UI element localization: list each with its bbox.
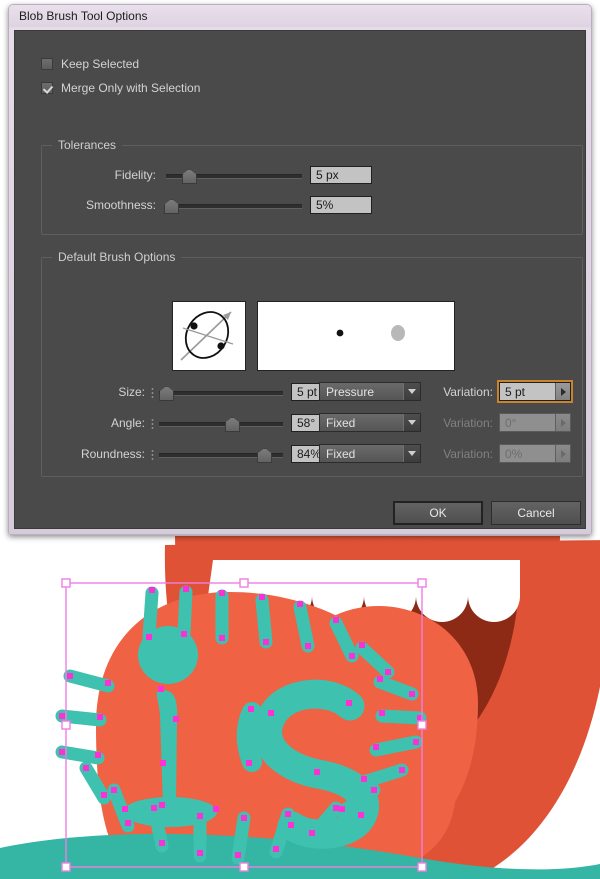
label-variation-size: Variation: <box>443 385 493 399</box>
checkbox-label-keep-selected: Keep Selected <box>61 57 140 71</box>
input-variation-roundness: 0% <box>499 444 571 463</box>
dialog-title-bar[interactable]: Blob Brush Tool Options <box>9 5 591 27</box>
ok-button-label: OK <box>429 506 447 520</box>
stroke-preview-svg <box>336 325 405 341</box>
slider-size[interactable] <box>151 383 283 401</box>
blob-brush-tool-options-dialog[interactable]: Blob Brush Tool Options Keep Selected Me… <box>8 4 592 535</box>
tolerances-group: Tolerances Fidelity: 5 px Smoothness: 5% <box>41 138 583 235</box>
preview-dot-large <box>391 325 405 341</box>
default-brush-options-group-title: Default Brush Options <box>52 250 182 264</box>
slider-knob-roundness[interactable] <box>257 448 273 463</box>
tolerances-group-title: Tolerances <box>52 138 123 152</box>
row-fidelity: Fidelity: 5 px <box>52 166 372 184</box>
slider-roundness[interactable] <box>151 445 283 463</box>
slider-track-smoothness <box>166 204 302 209</box>
slider-knob-size[interactable] <box>159 386 175 401</box>
input-fidelity[interactable]: 5 px <box>310 166 372 184</box>
row-size: Size: 5 pt <box>75 383 339 401</box>
slider-grip-angle <box>151 418 154 429</box>
checkbox-label-merge-only: Merge Only with Selection <box>61 81 201 95</box>
label-smoothness: Smoothness: <box>85 198 156 212</box>
dialog-title: Blob Brush Tool Options <box>19 9 148 23</box>
input-variation-angle-value: 0° <box>505 415 517 430</box>
slider-smoothness[interactable] <box>164 196 302 214</box>
dropdown-size-mode-value: Pressure <box>326 384 375 399</box>
slider-grip-roundness <box>151 449 154 460</box>
slider-knob-smoothness[interactable] <box>164 199 180 214</box>
checkbox-box-keep-selected[interactable] <box>41 58 53 70</box>
stepper-arrow-icon-size[interactable] <box>555 383 570 400</box>
row-smoothness: Smoothness: 5% <box>52 196 372 214</box>
input-variation-size-value: 5 pt <box>505 384 526 399</box>
input-variation-size[interactable]: 5 pt <box>497 380 573 403</box>
ok-button[interactable]: OK <box>393 501 483 525</box>
label-variation-angle: Variation: <box>443 416 493 430</box>
dropdown-roundness-mode[interactable]: Fixed <box>319 444 421 463</box>
label-size: Size: <box>118 385 145 399</box>
artwork-group <box>0 536 600 879</box>
input-smoothness[interactable]: 5% <box>310 196 372 214</box>
chevron-down-icon-size[interactable] <box>403 383 420 400</box>
dropdown-roundness-mode-value: Fixed <box>326 446 356 461</box>
cancel-button-label: Cancel <box>517 506 555 520</box>
slider-fidelity[interactable] <box>166 166 302 184</box>
stepper-arrow-icon-roundness <box>555 445 570 462</box>
dropdown-size-mode[interactable]: Pressure <box>319 382 421 401</box>
brush-angle-roundness-editor[interactable] <box>172 301 246 371</box>
row-roundness: Roundness: 84% <box>55 445 339 463</box>
row-angle: Angle: 58° <box>75 414 339 432</box>
slider-track-angle <box>159 422 283 427</box>
checkbox-merge-only-with-selection[interactable]: Merge Only with Selection <box>41 81 585 95</box>
slider-grip-size <box>151 387 154 398</box>
label-angle: Angle: <box>110 416 145 430</box>
stepper-arrow-icon-angle <box>555 414 570 431</box>
slider-track-size <box>159 391 283 396</box>
input-variation-roundness-value: 0% <box>505 446 523 461</box>
letter-s-accent <box>236 702 262 772</box>
chevron-down-icon-roundness[interactable] <box>403 445 420 462</box>
label-roundness: Roundness: <box>80 447 145 461</box>
dropdown-angle-mode-value: Fixed <box>326 415 356 430</box>
brush-stroke-preview <box>257 301 455 371</box>
slider-angle[interactable] <box>151 414 283 432</box>
chevron-down-icon-angle[interactable] <box>403 414 420 431</box>
label-fidelity: Fidelity: <box>114 168 156 182</box>
cancel-button[interactable]: Cancel <box>491 501 581 525</box>
angle-editor-svg <box>180 311 234 361</box>
label-variation-roundness: Variation: <box>443 447 493 461</box>
slider-knob-angle[interactable] <box>224 417 240 432</box>
checkbox-keep-selected[interactable]: Keep Selected <box>41 57 585 71</box>
slider-knob-fidelity[interactable] <box>181 169 197 184</box>
dialog-body: Keep Selected Merge Only with Selection … <box>14 30 586 529</box>
dropdown-angle-mode[interactable]: Fixed <box>319 413 421 432</box>
checkbox-box-merge-only[interactable] <box>41 82 53 94</box>
preview-dot-small <box>336 329 344 337</box>
input-variation-angle: 0° <box>499 413 571 432</box>
